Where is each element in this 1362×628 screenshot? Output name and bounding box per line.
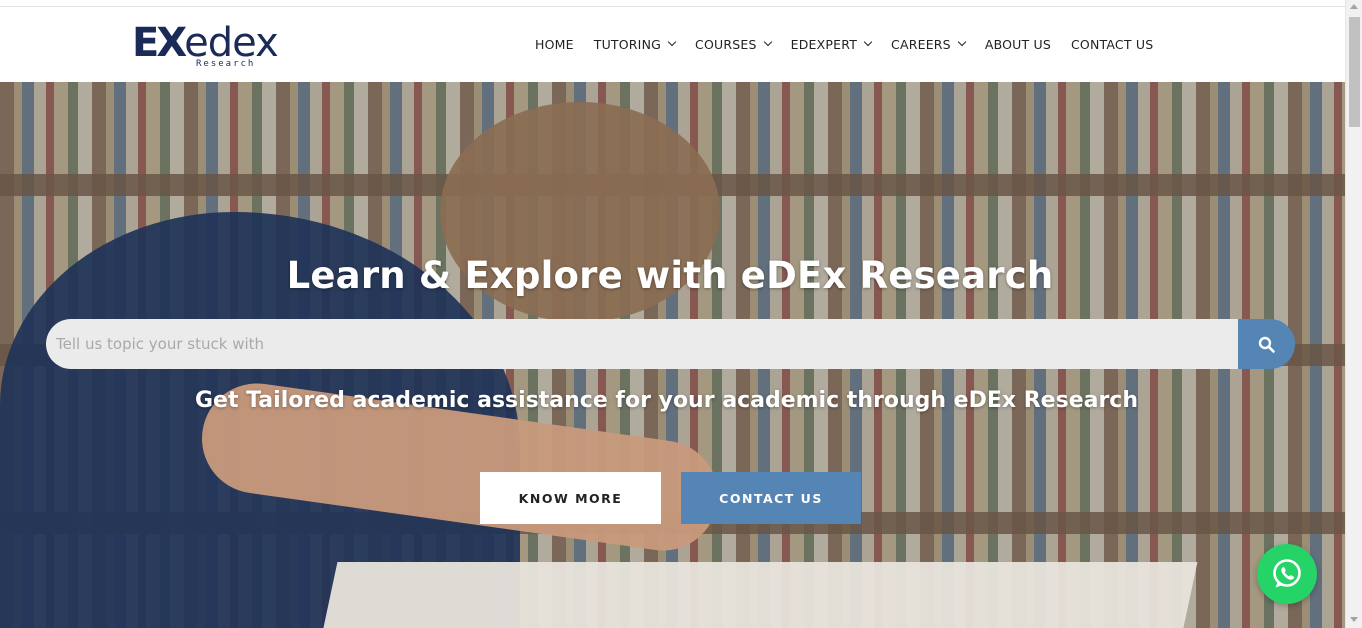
hero-subtitle: Get Tailored academic assistance for you… (194, 388, 1139, 413)
nav-item-edexpert[interactable]: EDEXPERT (790, 36, 873, 52)
main-nav: HOME TUTORING COURSES EDEXPERT CAREERS A… (535, 35, 1153, 53)
scroll-up-arrow-icon[interactable] (1350, 4, 1358, 9)
chevron-down-icon (863, 37, 873, 47)
open-book-image (322, 562, 1198, 628)
nav-item-careers[interactable]: CAREERS (891, 36, 967, 52)
search-icon (1258, 336, 1275, 353)
search-input[interactable] (46, 319, 1238, 369)
scroll-down-arrow-icon[interactable] (1350, 617, 1358, 622)
nav-item-home[interactable]: HOME (535, 37, 574, 52)
logo-subtitle: Research (196, 59, 256, 69)
whatsapp-icon (1273, 559, 1301, 588)
nav-label: ABOUT US (984, 36, 1051, 52)
nav-item-tutoring[interactable]: TUTORING (593, 36, 677, 52)
know-more-button[interactable]: KNOW MORE (480, 472, 661, 524)
nav-item-courses[interactable]: COURSES (695, 36, 772, 52)
search-button[interactable] (1238, 319, 1295, 369)
chevron-down-icon (763, 37, 772, 47)
hero-title: Learn & Explore with eDEx Research (286, 254, 1054, 297)
nav-item-about-us[interactable]: ABOUT US (985, 37, 1051, 52)
nav-label: CAREERS (891, 36, 951, 52)
nav-label: HOME (535, 36, 574, 52)
whatsapp-chat-button[interactable] (1257, 544, 1317, 604)
logo[interactable]: EXedex Research (132, 19, 292, 71)
nav-label: TUTORING (593, 36, 662, 52)
nav-item-contact-us[interactable]: CONTACT US (1071, 37, 1153, 52)
nav-label: CONTACT US (1071, 36, 1154, 52)
contact-us-button[interactable]: CONTACT US (681, 472, 861, 524)
scroll-thumb[interactable] (1349, 17, 1360, 127)
hero-section: Learn & Explore with eDEx Research Get T… (0, 82, 1345, 628)
site-header: EXedex Research HOME TUTORING COURSES ED… (0, 7, 1345, 82)
vertical-scrollbar[interactable] (1345, 0, 1362, 628)
search-bar (46, 319, 1295, 369)
top-border (0, 0, 1345, 7)
logo-prefix: EX (132, 20, 187, 66)
chevron-down-icon (667, 37, 677, 47)
chevron-down-icon (957, 37, 967, 47)
page: EXedex Research HOME TUTORING COURSES ED… (0, 0, 1362, 628)
nav-label: EDEXPERT (790, 36, 858, 52)
nav-label: COURSES (695, 36, 757, 52)
